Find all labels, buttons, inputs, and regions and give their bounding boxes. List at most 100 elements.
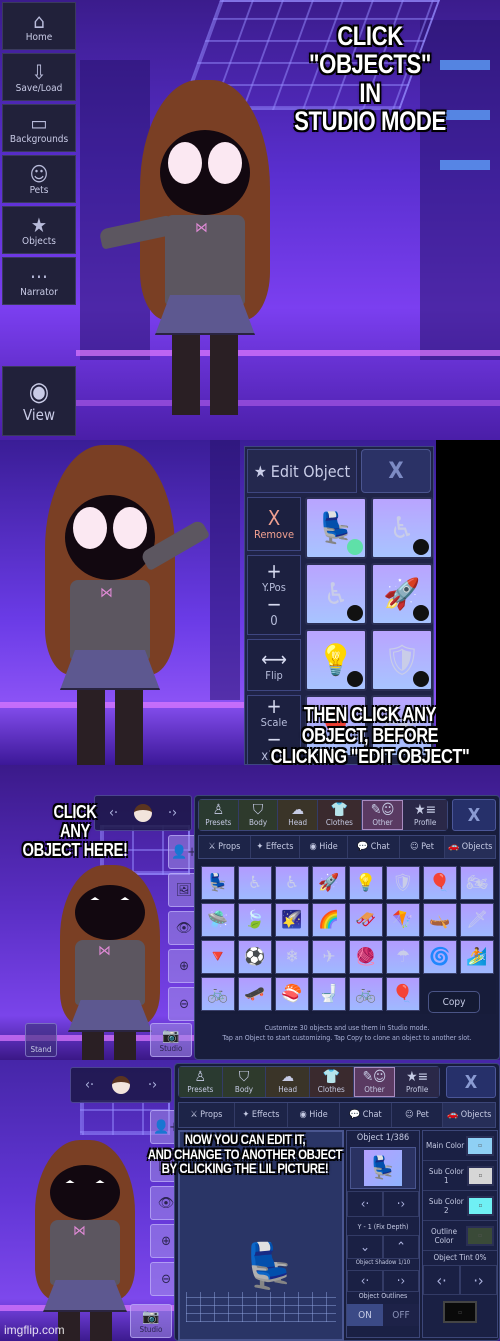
sidebar-item-home[interactable]: ⌂ Home [2, 2, 76, 50]
plus-icon[interactable]: + [266, 561, 281, 581]
object-slot[interactable]: 🚲 [349, 977, 383, 1011]
view-button[interactable]: ◉ View [2, 366, 76, 436]
sub-color-1-swatch[interactable]: ▫ [466, 1165, 494, 1186]
object-slot[interactable]: 🚽 [312, 977, 346, 1011]
object-slot[interactable]: 🌀 [423, 940, 457, 974]
object-slot[interactable]: 🗡 [460, 903, 494, 937]
subtab-props[interactable]: ⚔ Props [199, 836, 251, 858]
stand-button[interactable]: Stand [25, 1023, 57, 1057]
studio-button[interactable]: 📷 Studio [130, 1304, 172, 1338]
sub-color-2-swatch[interactable]: ▫ [466, 1195, 494, 1216]
minus-icon[interactable]: − [266, 594, 281, 614]
object-slot[interactable]: 🍃 [238, 903, 272, 937]
close-button[interactable]: X [446, 1066, 496, 1098]
object-slot[interactable]: 🌠 [275, 903, 309, 937]
object-slot[interactable]: 🛹 [238, 977, 272, 1011]
subtab-objects[interactable]: 🚗 Objects [445, 836, 495, 858]
close-button[interactable]: X [452, 799, 496, 831]
character[interactable]: ⋈ [25, 445, 235, 765]
object-slot[interactable]: 🚲 [201, 977, 235, 1011]
object-slot[interactable]: 🏄 [460, 940, 494, 974]
main-color-swatch[interactable]: ▫ [466, 1135, 494, 1156]
object-thumb[interactable]: 💡 [305, 629, 367, 691]
object-slot[interactable]: 🛡 [386, 866, 420, 900]
object-picture-button[interactable]: 💺 [350, 1147, 416, 1189]
object-slot[interactable]: 🎈 [386, 977, 420, 1011]
subtab-hide[interactable]: ◉ Hide [300, 836, 348, 858]
object-slot[interactable]: 🏍 [460, 866, 494, 900]
object-slot[interactable]: ♿ [238, 866, 272, 900]
tab-head[interactable]: ☁ Head [278, 800, 319, 830]
object-slot[interactable]: 🪁 [386, 903, 420, 937]
object-thumb[interactable]: 🛡 [371, 629, 433, 691]
object-slot[interactable]: ✈ [312, 940, 346, 974]
sidebar-item-objects[interactable]: ★ Objects [2, 206, 76, 254]
outlines-on-button[interactable]: ON [347, 1304, 383, 1326]
sidebar-item-pets[interactable]: ☺ Pets [2, 155, 76, 203]
object-slot[interactable]: 🧶 [349, 940, 383, 974]
outlines-off-button[interactable]: OFF [383, 1304, 419, 1326]
shadow-prev-button[interactable]: ‹· [347, 1270, 383, 1292]
prev-object-button[interactable]: ‹· [347, 1191, 383, 1217]
subtab-props[interactable]: ⚔ Props [179, 1103, 235, 1127]
object-slot[interactable]: ☂ [386, 940, 420, 974]
object-slot[interactable]: ❄ [275, 940, 309, 974]
object-slot[interactable]: 🍣 [275, 977, 309, 1011]
tint-prev-button[interactable]: ‹· [423, 1265, 460, 1295]
tint-next-button[interactable]: ·› [460, 1265, 497, 1295]
next-character-button[interactable]: ·› [148, 1077, 157, 1093]
subtab-pet[interactable]: ☺ Pet [400, 836, 446, 858]
object-thumb[interactable]: ♿ [305, 563, 367, 625]
close-button[interactable]: X [361, 449, 431, 493]
subtab-objects[interactable]: 🚗 Objects [443, 1103, 495, 1127]
subtab-effects[interactable]: ✦ Effects [235, 1103, 289, 1127]
depth-down-button[interactable]: ⌄ [347, 1235, 383, 1259]
object-slot[interactable]: ♿ [275, 866, 309, 900]
object-slot[interactable]: 💺 [201, 866, 235, 900]
object-thumb[interactable]: 🚀 [371, 563, 433, 625]
character[interactable]: ⋈ [98, 80, 290, 430]
object-slot[interactable]: 🛷 [349, 903, 383, 937]
subtab-pet[interactable]: ☺ Pet [392, 1103, 444, 1127]
tab-head[interactable]: ☁ Head [266, 1067, 310, 1097]
subtab-effects[interactable]: ✦ Effects [251, 836, 301, 858]
tab-profile[interactable]: ★≡ Profile [403, 800, 448, 830]
outline-color-swatch[interactable]: ▫ [466, 1225, 494, 1246]
tab-clothes[interactable]: 👕 Clothes [309, 1067, 354, 1097]
object-slot[interactable]: 🚀 [312, 866, 346, 900]
copy-button[interactable]: Copy [428, 991, 480, 1013]
object-thumb[interactable]: 💺 [305, 497, 367, 559]
next-object-button[interactable]: ·› [383, 1191, 419, 1217]
tab-presets[interactable]: ♙ Presets [179, 1067, 223, 1097]
edit-object-button[interactable]: ★ Edit Object [247, 449, 357, 493]
object-slot[interactable]: 💡 [349, 866, 383, 900]
flip-button[interactable]: ⟷ Flip [247, 639, 301, 691]
tab-presets[interactable]: ♙ Presets [199, 800, 239, 830]
subtab-hide[interactable]: ◉ Hide [288, 1103, 340, 1127]
tab-body[interactable]: ⛉ Body [238, 800, 279, 830]
tab-clothes[interactable]: 👕 Clothes [318, 800, 362, 830]
subtab-chat[interactable]: 💬 Chat [348, 836, 400, 858]
sidebar-item-backgrounds[interactable]: ▭ Backgrounds [2, 104, 76, 152]
prev-character-button[interactable]: ‹· [85, 1077, 94, 1093]
object-slot[interactable]: 🛸 [201, 903, 235, 937]
sidebar-item-narrator[interactable]: ⋯ Narrator [2, 257, 76, 305]
tab-body[interactable]: ⛉ Body [222, 1067, 267, 1097]
object-slot[interactable]: ⚽ [238, 940, 272, 974]
subtab-chat[interactable]: 💬 Chat [340, 1103, 392, 1127]
object-thumb[interactable]: ♿ [371, 497, 433, 559]
remove-button[interactable]: X Remove [247, 497, 301, 551]
depth-up-button[interactable]: ⌃ [383, 1235, 419, 1259]
tab-other[interactable]: ✎☺ Other [353, 1067, 396, 1097]
tab-profile[interactable]: ★≡ Profile [395, 1067, 439, 1097]
studio-button[interactable]: 📷 Studio [150, 1023, 192, 1057]
object-slot[interactable]: 🛶 [423, 903, 457, 937]
object-slot[interactable]: 🔻 [201, 940, 235, 974]
tint-color-swatch[interactable]: ▫ [443, 1301, 477, 1323]
object-slot[interactable]: 🌈 [312, 903, 346, 937]
object-slot[interactable]: 🎈 [423, 866, 457, 900]
tab-other[interactable]: ✎☺ Other [361, 800, 404, 830]
sidebar-item-save-load[interactable]: ⇩ Save/Load [2, 53, 76, 101]
shadow-next-button[interactable]: ·› [383, 1270, 419, 1292]
next-character-button[interactable]: ·› [168, 805, 177, 821]
